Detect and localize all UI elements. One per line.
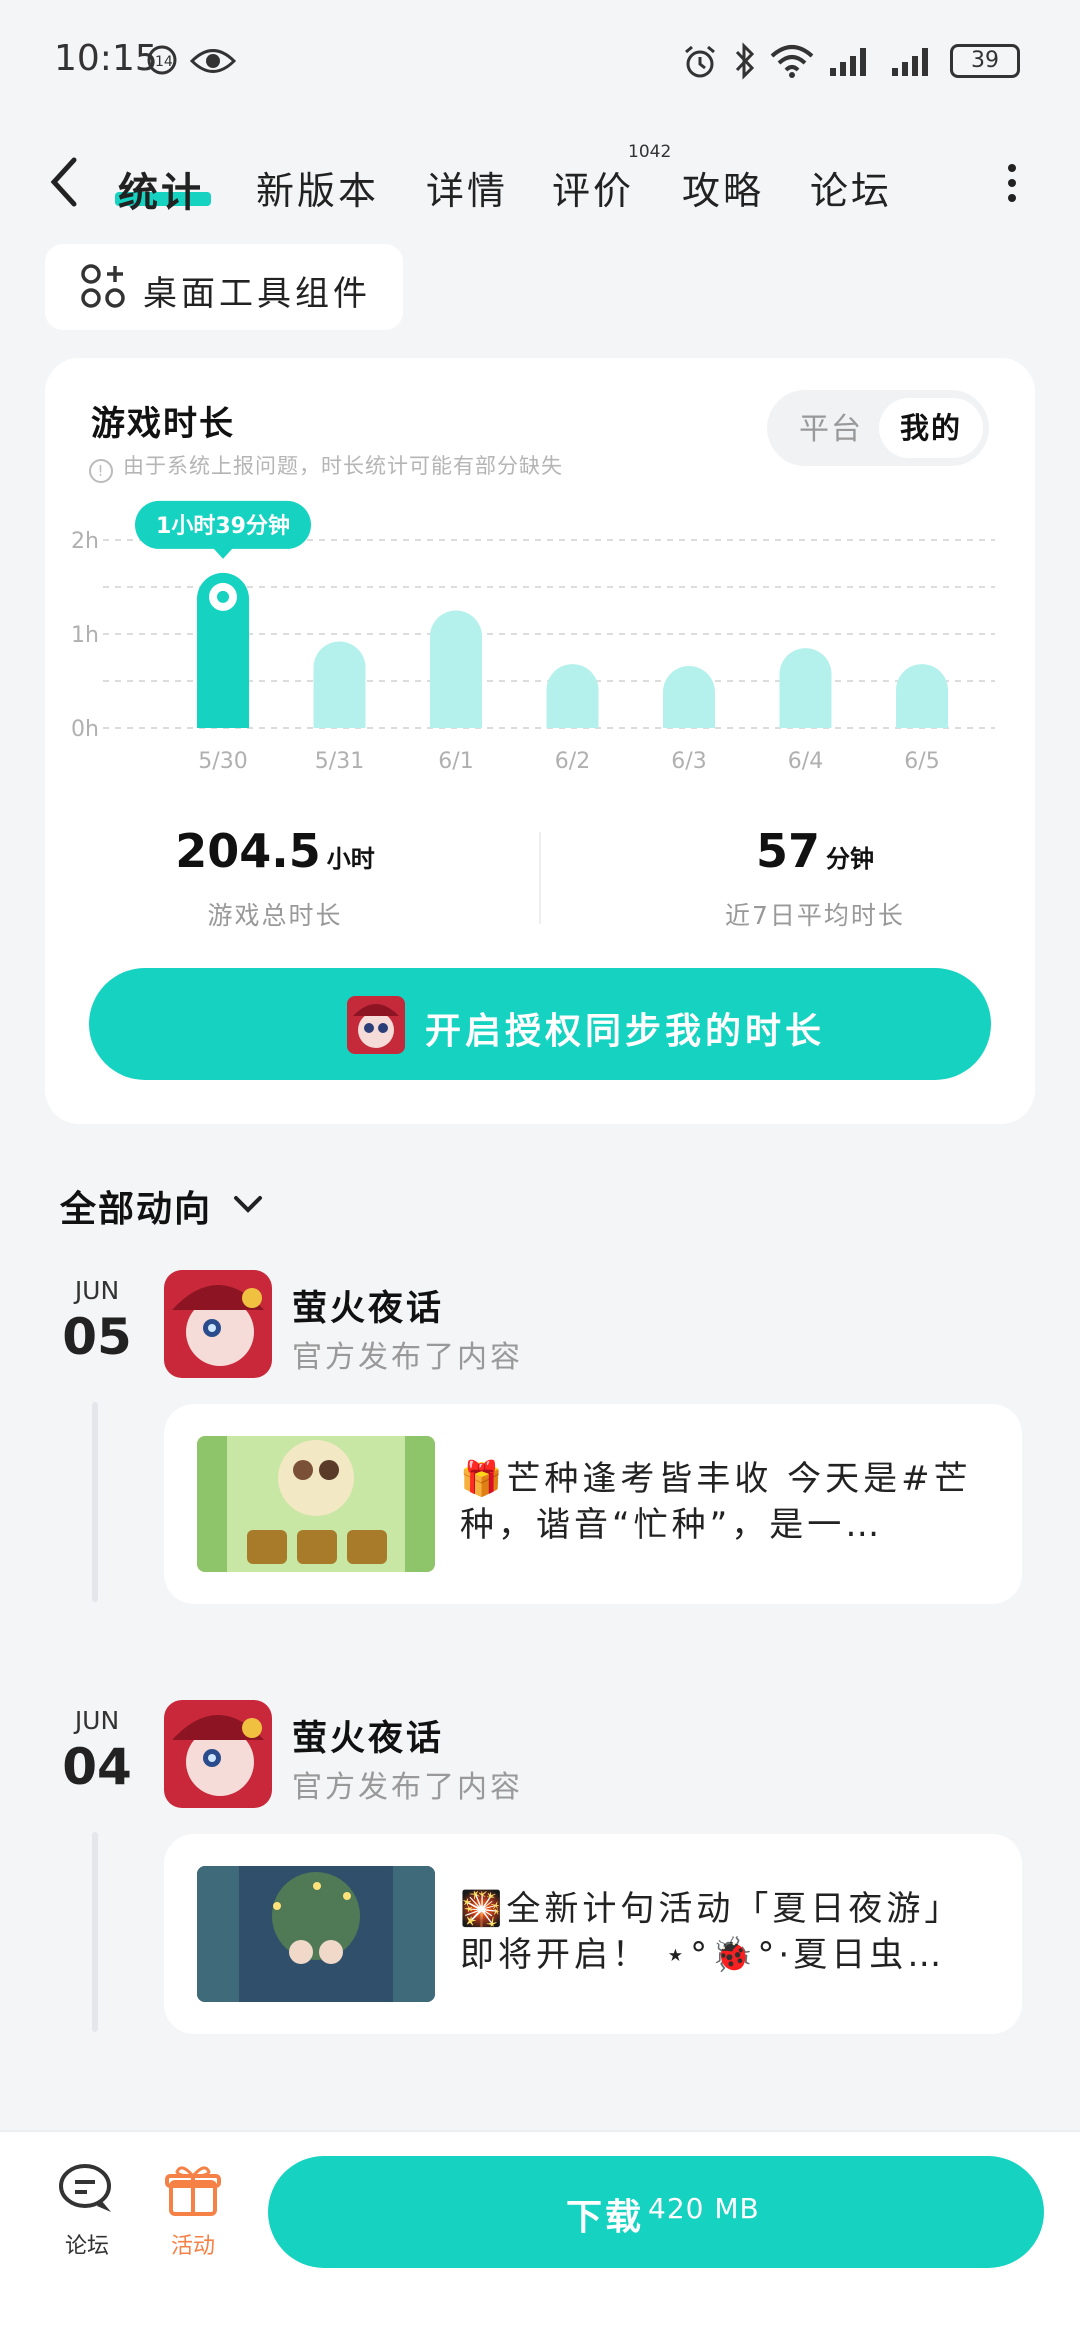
tab-stats[interactable]: 统计 xyxy=(118,160,204,218)
chart-bar xyxy=(313,641,366,728)
forum-button[interactable]: 论坛 xyxy=(50,2162,124,2260)
chart-tooltip-text: 1小时39分钟 xyxy=(156,513,290,539)
game-icon xyxy=(347,996,405,1054)
average-play-time: 57 分钟 近7日平均时长 xyxy=(665,824,965,932)
alarm-icon xyxy=(685,45,715,78)
tab-new-version[interactable]: 新版本 xyxy=(256,160,379,215)
tab-details[interactable]: 详情 xyxy=(426,160,508,215)
publisher-avatar[interactable] xyxy=(164,1270,272,1378)
more-options-icon[interactable] xyxy=(1000,158,1024,208)
toggle-mine[interactable]: 我的 xyxy=(879,398,983,458)
post-day: 04 xyxy=(62,1738,132,1796)
play-time-card: 游戏时长 ! 由于系统上报问题，时长统计可能有部分缺失 平台 我的 0h 1h 2h 5… xyxy=(45,358,1035,1124)
publisher-action: 官方发布了内容 xyxy=(292,1770,523,1805)
chart-bar-marker-dot xyxy=(217,590,229,603)
status-time: 10:15 xyxy=(54,38,158,79)
publisher-action: 官方发布了内容 xyxy=(292,1340,523,1375)
bottom-action-bar: 论坛 活动 下载 420 MB xyxy=(0,2130,1080,2331)
status-bar: 10:15 14 39 xyxy=(0,0,1080,120)
publisher-name[interactable]: 萤火夜话 xyxy=(292,1280,444,1331)
forum-label: 论坛 xyxy=(64,2234,109,2259)
publisher-avatar[interactable] xyxy=(164,1700,272,1808)
battery-level: 39 xyxy=(971,48,999,73)
wifi-icon xyxy=(770,45,814,78)
desktop-widget-button[interactable]: 桌面工具组件 xyxy=(45,244,403,330)
forum-icon xyxy=(59,2164,111,2212)
signal-icon-2 xyxy=(892,48,928,76)
chart-x-tick-label: 6/3 xyxy=(671,749,706,774)
post-card[interactable]: 🎁芒种逢考皆丰收 今天是#芒种，谐音“忙种”，是一… xyxy=(164,1404,1022,1604)
chart-x-tick-label: 5/31 xyxy=(315,749,364,774)
download-label: 下载 xyxy=(566,2197,645,2238)
chart-bar xyxy=(430,610,482,728)
toggle-platform[interactable]: 平台 xyxy=(799,404,863,448)
chart-bar xyxy=(896,664,948,728)
timeline-line xyxy=(92,1832,98,2032)
activity-label: 活动 xyxy=(170,2234,215,2259)
total-play-time-caption: 游戏总时长 xyxy=(207,901,343,930)
gift-icon xyxy=(165,2166,221,2216)
chart-y-tick-label: 0h xyxy=(71,717,99,742)
tab-forum[interactable]: 论坛 xyxy=(810,160,892,215)
chart-x-tick-label: 6/5 xyxy=(904,749,939,774)
activity-button[interactable]: 活动 xyxy=(156,2162,230,2260)
widgets-icon xyxy=(81,264,125,308)
play-time-chart: 0h 1h 2h 5/30 1小时39分钟 5/31 6/1 6/2 6/3 6/4 6/5 xyxy=(71,500,995,774)
post-thumbnail xyxy=(197,1436,435,1572)
total-play-time: 204.5 小时 游戏总时长 xyxy=(135,824,415,932)
chart-x-tick-label: 6/4 xyxy=(788,749,823,774)
back-button[interactable] xyxy=(40,152,90,212)
chart-x-tick-label: 5/30 xyxy=(198,749,247,774)
chart-y-tick-label: 2h xyxy=(71,529,99,554)
average-play-time-caption: 近7日平均时长 xyxy=(725,901,905,930)
bluetooth-icon xyxy=(735,42,755,80)
post-month: JUN xyxy=(74,1706,120,1735)
feed-filter-label[interactable]: 全部动向 xyxy=(60,1180,212,1232)
notification-icon: 14 xyxy=(147,45,177,75)
reviews-count-badge: 1042 xyxy=(628,142,672,162)
play-time-note: ! 由于系统上报问题，时长统计可能有部分缺失 xyxy=(89,450,563,483)
download-size: 420 MB xyxy=(648,2192,760,2225)
data-source-toggle: 平台 我的 xyxy=(767,390,989,466)
eye-icon xyxy=(190,49,236,73)
post-excerpt: 🎁芒种逢考皆丰收 今天是#芒种，谐音“忙种”，是一… xyxy=(460,1459,972,1545)
svg-text:14: 14 xyxy=(155,54,173,70)
sync-play-time-button[interactable]: 开启授权同步我的时长 xyxy=(89,968,991,1080)
battery-indicator: 39 xyxy=(950,44,1020,78)
stats-divider xyxy=(539,832,541,924)
chevron-down-icon[interactable] xyxy=(228,1186,268,1222)
average-play-time-value: 57 xyxy=(755,824,820,878)
info-icon: ! xyxy=(89,459,113,483)
post-excerpt: 🎇全新计句活动「夏日夜游」即将开启！ ⋆°🐞°·夏日虫… xyxy=(460,1889,963,1975)
chart-tooltip-arrow xyxy=(213,547,233,559)
chart-bar xyxy=(663,665,715,728)
post-month: JUN xyxy=(74,1276,120,1305)
total-play-time-value: 204.5 xyxy=(175,824,321,878)
play-time-note-text: 由于系统上报问题，时长统计可能有部分缺失 xyxy=(123,454,563,478)
tab-reviews[interactable]: 评价 xyxy=(552,160,634,215)
download-button[interactable]: 下载 420 MB xyxy=(268,2156,1044,2268)
post-card[interactable]: 🎇全新计句活动「夏日夜游」即将开启！ ⋆°🐞°·夏日虫… xyxy=(164,1834,1022,2034)
post-thumbnail xyxy=(197,1866,435,2002)
tab-bar: 统计 新版本 详情 评价 1042 攻略 论坛 xyxy=(0,130,1080,230)
post-day: 05 xyxy=(62,1308,132,1366)
timeline-line xyxy=(92,1402,98,1602)
chart-bar xyxy=(779,648,832,728)
chart-y-tick-label: 1h xyxy=(71,623,99,648)
chart-bar xyxy=(546,664,599,728)
average-play-time-unit: 分钟 xyxy=(826,845,874,873)
signal-icon-1 xyxy=(830,48,866,76)
chart-x-tick-label: 6/1 xyxy=(438,749,473,774)
desktop-widget-label: 桌面工具组件 xyxy=(143,274,371,314)
chart-x-tick-label: 6/2 xyxy=(555,749,590,774)
tab-guides[interactable]: 攻略 xyxy=(682,160,764,215)
play-time-title: 游戏时长 xyxy=(91,404,235,444)
sync-play-time-label: 开启授权同步我的时长 xyxy=(425,1011,826,1052)
publisher-name[interactable]: 萤火夜话 xyxy=(292,1710,444,1761)
total-play-time-unit: 小时 xyxy=(326,845,375,873)
